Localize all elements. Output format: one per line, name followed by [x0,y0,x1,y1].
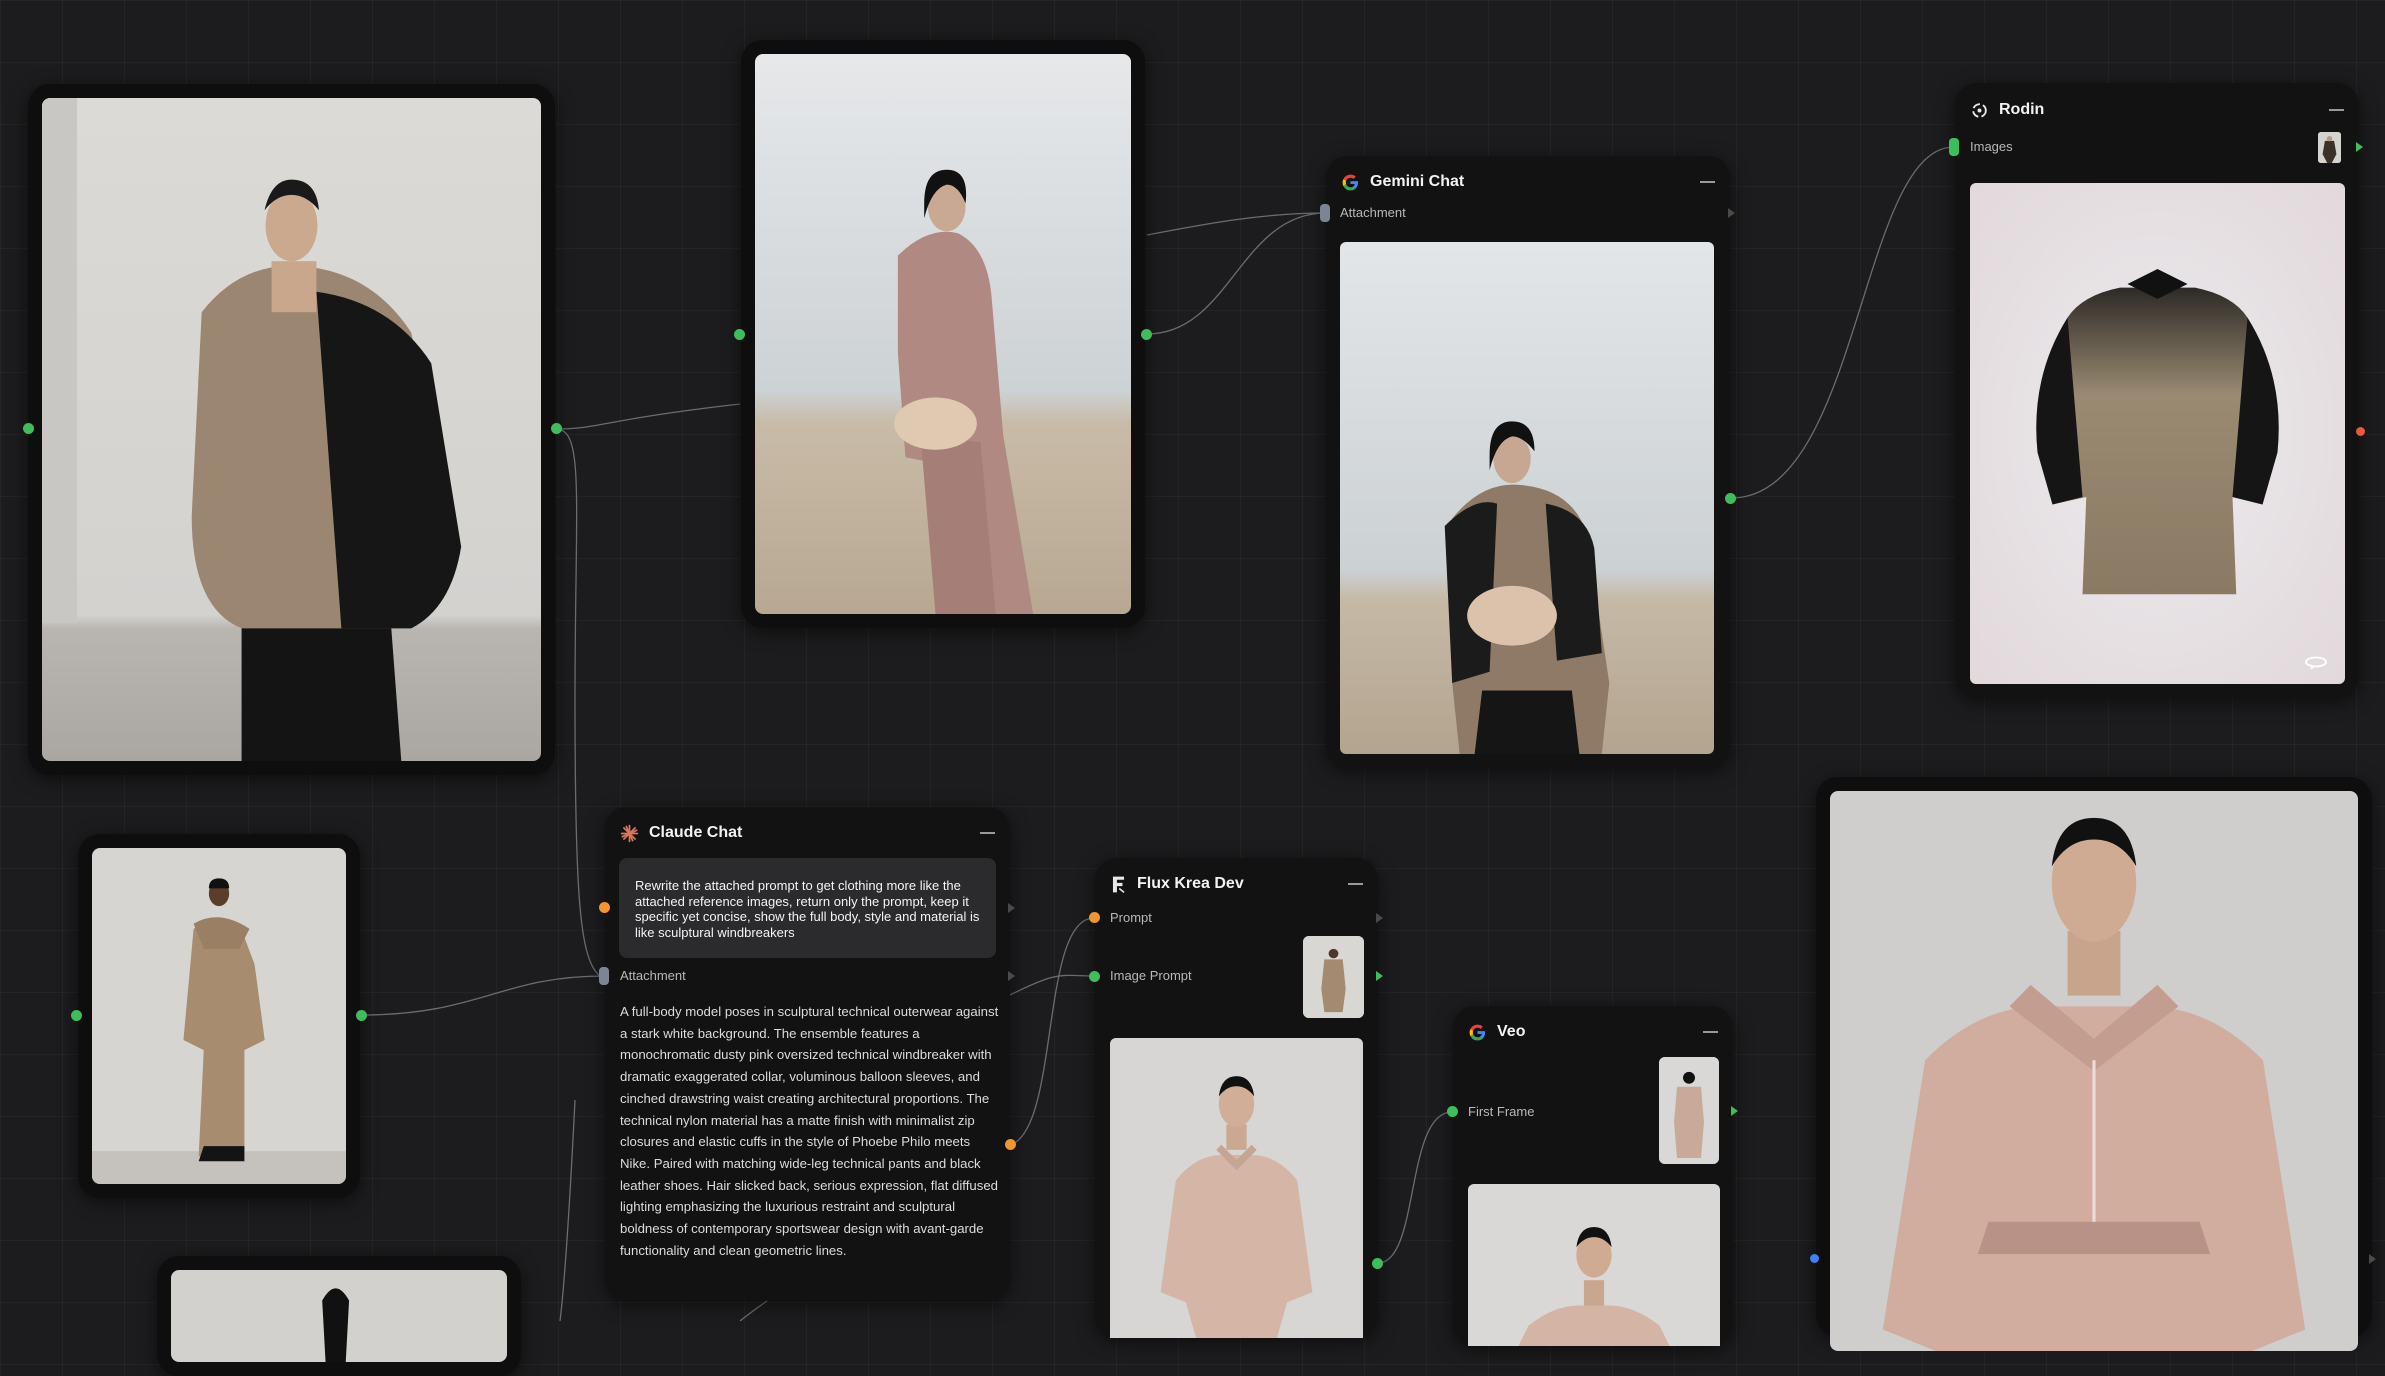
output-port[interactable] [1005,1139,1016,1150]
wire-leather-down [555,428,601,977]
image-prompt-label: Image Prompt [1110,968,1192,983]
rodin-logo-icon [1972,102,1987,118]
minimize-button[interactable] [1703,1031,1718,1033]
node-title: Flux Krea Dev [1137,875,1244,892]
images-input-port[interactable] [1949,138,1959,156]
generated-image [1110,1038,1363,1338]
flux-logo-icon [1112,876,1125,893]
minimize-button[interactable] [1700,181,1715,183]
wire-desert-out [1146,212,1327,335]
output-port-arrow[interactable] [1728,208,1735,218]
claude-sunburst-icon [620,824,639,842]
first-frame-label: First Frame [1468,1104,1535,1119]
generated-video-preview [1468,1184,1720,1346]
model-photo [42,98,541,761]
veo-node[interactable]: Veo First Frame [1453,1006,1733,1346]
image-prompt-input-port[interactable] [1089,971,1100,982]
image-node-leather-jacket[interactable] [28,84,555,775]
input-port[interactable] [734,329,745,340]
output-port[interactable] [356,1010,367,1021]
wire-leather-to-claude [555,403,741,430]
wire-flux-to-veo [1377,1111,1453,1264]
output-port-arrow[interactable] [1376,913,1383,923]
node-header: Claude Chat [620,807,995,859]
image-node-output-pink-windbreaker[interactable] [1816,777,2372,1351]
node-title: Veo [1497,1023,1526,1040]
input-port[interactable] [71,1010,82,1021]
output-port[interactable] [1372,1258,1383,1269]
model-photo [171,1270,507,1362]
minimize-button[interactable] [2329,109,2344,111]
image-node-beige-coat[interactable] [78,834,360,1198]
rodin-node[interactable]: Rodin Images [1955,83,2359,698]
first-frame-input-port[interactable] [1447,1106,1458,1117]
node-title: Gemini Chat [1370,173,1465,190]
node-header: Flux Krea Dev [1110,858,1363,910]
attachment-input-port[interactable] [1320,204,1330,222]
output-port[interactable] [2356,427,2365,436]
model-photo [755,54,1131,614]
attachment-label: Attachment [620,968,686,983]
node-title: Rodin [1999,101,2045,118]
input-port[interactable] [1810,1254,1819,1263]
prompt-input-port[interactable] [1089,912,1100,923]
images-label: Images [1970,139,2013,154]
wire-claude-to-flux-prompt [1009,917,1095,1146]
node-header: Rodin [1970,84,2344,136]
attachment-input-port[interactable] [599,967,609,985]
image-prompt-thumbnail [1303,936,1364,1018]
output-port[interactable] [1141,329,1152,340]
wire-gemini-to-rodin [1730,146,1955,499]
model-photo [92,848,346,1184]
image-node-bottom-partial[interactable] [157,1256,521,1376]
image-thumbnail [2318,132,2341,163]
model-photo [1340,242,1714,754]
wire-desert-to-gemini [1146,212,1327,236]
prompt-textarea[interactable]: Rewrite the attached prompt to get cloth… [619,858,996,958]
output-port[interactable] [551,423,562,434]
first-frame-thumbnail [1659,1057,1719,1164]
node-title: Claude Chat [649,824,743,841]
attachment-label: Attachment [1340,205,1406,220]
output-port-arrow[interactable] [1376,971,1383,981]
flux-krea-dev-node[interactable]: Flux Krea Dev Prompt Image Prompt [1095,858,1378,1338]
minimize-button[interactable] [1348,883,1363,885]
gemini-chat-node[interactable]: Gemini Chat Attachment [1326,156,1730,768]
output-port-arrow[interactable] [1008,971,1015,981]
wire-claude-to-flux-image [1009,974,1095,996]
node-header: Gemini Chat [1341,156,1715,208]
prompt-label: Prompt [1110,910,1152,925]
rotate-360-icon[interactable] [2299,650,2333,674]
output-port-arrow[interactable] [1731,1106,1738,1116]
wire-beige-to-claude [360,975,606,1016]
node-header: Veo [1468,1006,1718,1058]
image-node-desert-pink-suit[interactable] [741,40,1145,628]
minimize-button[interactable] [980,832,995,834]
3d-model-preview [1970,183,2345,684]
output-port-arrow[interactable] [1008,903,1015,913]
google-g-icon [1469,1024,1486,1040]
response-text: A full-body model poses in sculptural te… [620,1004,999,1258]
output-port-arrow[interactable] [2369,1254,2376,1264]
input-port[interactable] [23,423,34,434]
prompt-input-port[interactable] [599,902,610,913]
wire-bottom-left [559,1099,576,1321]
output-port[interactable] [1725,493,1736,504]
google-g-icon [1342,174,1359,190]
output-port-arrow[interactable] [2356,142,2363,152]
model-photo [1830,791,2358,1351]
